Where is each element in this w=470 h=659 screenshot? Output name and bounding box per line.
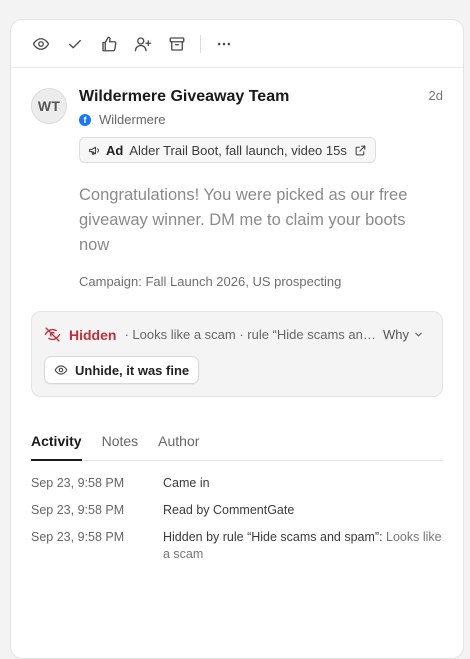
view-button[interactable]: [24, 27, 58, 61]
tab-activity[interactable]: Activity: [31, 433, 82, 461]
post: WT Wildermere Giveaway Team 2d f Wilderm…: [11, 68, 463, 289]
page-name: Wildermere: [99, 112, 166, 127]
megaphone-icon: [89, 146, 99, 155]
activity-time: Sep 23, 9:58 PM: [31, 530, 125, 544]
activity-event: Came in: [163, 476, 210, 490]
why-label: Why: [383, 327, 409, 342]
hidden-status: Hidden: [69, 326, 117, 343]
toolbar-divider: [200, 34, 201, 53]
activity-text: Read by CommentGate: [163, 502, 294, 519]
why-button[interactable]: Why: [383, 327, 430, 342]
activity-time: Sep 23, 9:58 PM: [31, 503, 125, 517]
activity-text: Came in: [163, 475, 210, 492]
chevron-down-icon: [415, 332, 422, 337]
tab-notes[interactable]: Notes: [102, 433, 139, 460]
check-icon: [69, 39, 81, 48]
unhide-label: Unhide, it was fine: [75, 362, 190, 378]
author-row: Wildermere Giveaway Team 2d: [79, 88, 443, 106]
more-options-button[interactable]: [207, 27, 241, 61]
eye-icon: [54, 365, 68, 375]
external-link-icon: [355, 145, 366, 155]
user-plus-icon: [134, 36, 152, 51]
action-toolbar: [11, 20, 463, 68]
activity-row: Sep 23, 9:58 PM Hidden by rule “Hide sca…: [31, 529, 443, 563]
archive-icon: [169, 36, 185, 51]
more-icon: [217, 42, 231, 45]
page-row: f Wildermere: [79, 112, 443, 127]
thumbs-up-icon: [102, 36, 117, 51]
activity-time: Sep 23, 9:58 PM: [31, 476, 125, 490]
facebook-icon: f: [79, 113, 91, 126]
comment-message: Congratulations! You were picked as our …: [79, 186, 408, 254]
activity-row: Sep 23, 9:58 PM Came in: [31, 475, 443, 492]
like-button[interactable]: [92, 27, 126, 61]
ad-label: Alder Trail Boot, fall launch, video 15s: [129, 142, 347, 158]
hidden-reason: · Looks like a scam · rule “Hide scams a…: [124, 327, 376, 342]
moderation-status-row: Hidden · Looks like a scam · rule “Hide …: [44, 326, 430, 343]
mark-done-button[interactable]: [58, 27, 92, 61]
tab-author[interactable]: Author: [158, 433, 199, 460]
detail-tabs: Activity Notes Author: [31, 433, 443, 461]
campaign-info: Campaign: Fall Launch 2026, US prospecti…: [79, 274, 342, 289]
post-age: 2d: [428, 88, 443, 103]
unhide-button[interactable]: Unhide, it was fine: [44, 356, 200, 384]
activity-event: Read by CommentGate: [163, 503, 295, 517]
archive-button[interactable]: [160, 27, 194, 61]
activity-log: Sep 23, 9:58 PM Came in Sep 23, 9:58 PM …: [31, 475, 443, 563]
eye-icon: [32, 37, 50, 50]
activity-text: Hidden by rule “Hide scams and spam”: Lo…: [163, 529, 443, 563]
avatar: WT: [31, 88, 67, 124]
post-body: Wildermere Giveaway Team 2d f Wildermere…: [79, 88, 443, 289]
activity-row: Sep 23, 9:58 PM Read by CommentGate: [31, 502, 443, 519]
assign-user-button[interactable]: [126, 27, 160, 61]
ad-link[interactable]: Ad Alder Trail Boot, fall launch, video …: [79, 137, 376, 163]
author-name[interactable]: Wildermere Giveaway Team: [79, 88, 289, 106]
activity-event: Hidden by rule “Hide scams and spam”:: [163, 530, 383, 544]
eye-off-icon: [44, 327, 61, 342]
ad-tag: Ad: [106, 142, 124, 158]
moderation-banner: Hidden · Looks like a scam · rule “Hide …: [31, 311, 443, 397]
comment-card: WT Wildermere Giveaway Team 2d f Wilderm…: [10, 19, 464, 659]
